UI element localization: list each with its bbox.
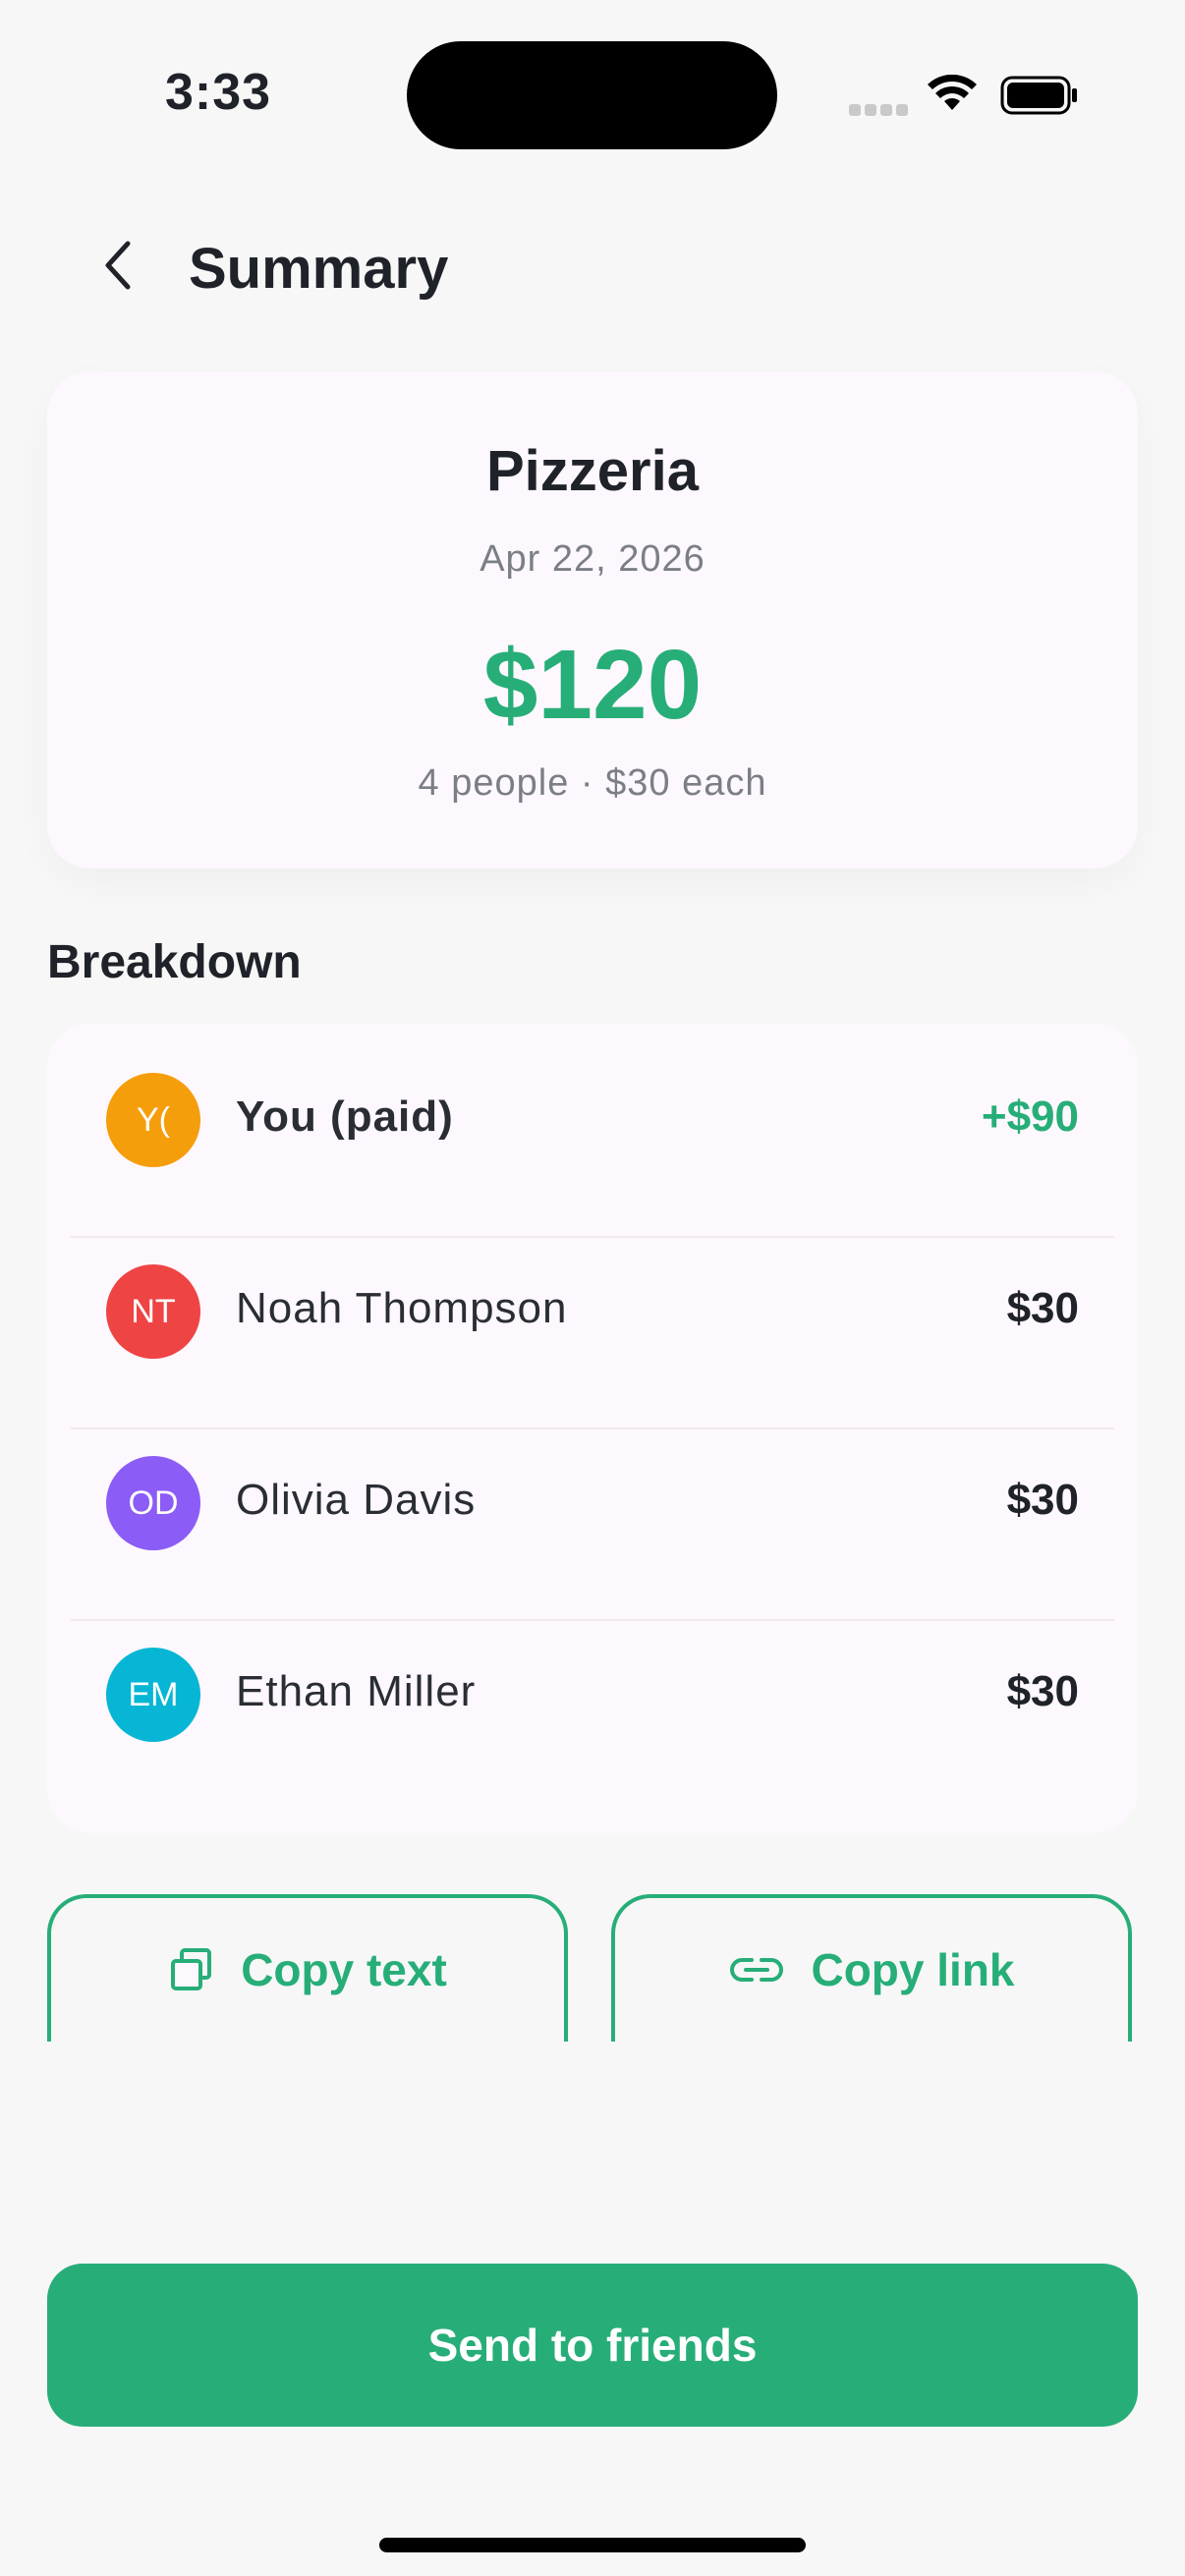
status-bar: 3:33: [0, 0, 1185, 187]
wifi-icon: [928, 75, 977, 110]
link-icon: [730, 1958, 784, 1982]
breakdown-row: EM Ethan Miller $30: [71, 1598, 1114, 1790]
copy-link-button[interactable]: Copy link: [611, 1894, 1132, 2042]
page-title: Summary: [189, 237, 449, 301]
copy-text-button[interactable]: Copy text: [47, 1894, 568, 2042]
bill-date: Apr 22, 2026: [480, 538, 705, 580]
breakdown-row: OD Olivia Davis $30: [71, 1407, 1114, 1598]
person-name: Noah Thompson: [236, 1284, 568, 1332]
bill-total: $120: [482, 630, 703, 740]
send-to-friends-button[interactable]: Send to friends: [47, 2264, 1138, 2427]
breakdown-row: NT Noah Thompson $30: [71, 1215, 1114, 1407]
status-time: 3:33: [165, 64, 272, 121]
person-amount: +$90: [981, 1092, 1079, 1141]
copy-icon: [171, 1948, 212, 1990]
copy-link-label: Copy link: [811, 1944, 1015, 1995]
nav-bar: Summary: [0, 216, 1185, 314]
summary-card: Pizzeria Apr 22, 2026 $120 4 people · $3…: [47, 371, 1138, 868]
person-name: Olivia Davis: [236, 1476, 477, 1524]
person-amount: $30: [1006, 1476, 1079, 1524]
breakdown-card: Y( You (paid) +$90 NT Noah Thompson $30 …: [47, 1024, 1138, 1833]
merchant-name: Pizzeria: [486, 439, 699, 503]
send-to-friends-label: Send to friends: [427, 2320, 758, 2371]
chevron-left-icon: [105, 241, 131, 290]
person-amount: $30: [1006, 1284, 1079, 1332]
avatar: NT: [106, 1264, 200, 1359]
avatar: Y(: [106, 1073, 200, 1167]
person-name: You (paid): [236, 1092, 454, 1141]
battery-icon: [1000, 76, 1077, 115]
back-button[interactable]: [86, 234, 149, 297]
person-name: Ethan Miller: [236, 1667, 477, 1715]
breakdown-title: Breakdown: [47, 936, 302, 988]
avatar: EM: [106, 1648, 200, 1742]
split-summary: 4 people · $30 each: [418, 762, 767, 804]
avatar: OD: [106, 1456, 200, 1550]
signal-icon: [849, 104, 908, 116]
breakdown-row-you: Y( You (paid) +$90: [71, 1024, 1114, 1215]
person-amount: $30: [1006, 1667, 1079, 1715]
dynamic-island: [407, 41, 777, 149]
copy-text-label: Copy text: [241, 1944, 447, 1995]
home-indicator: [379, 2538, 806, 2552]
